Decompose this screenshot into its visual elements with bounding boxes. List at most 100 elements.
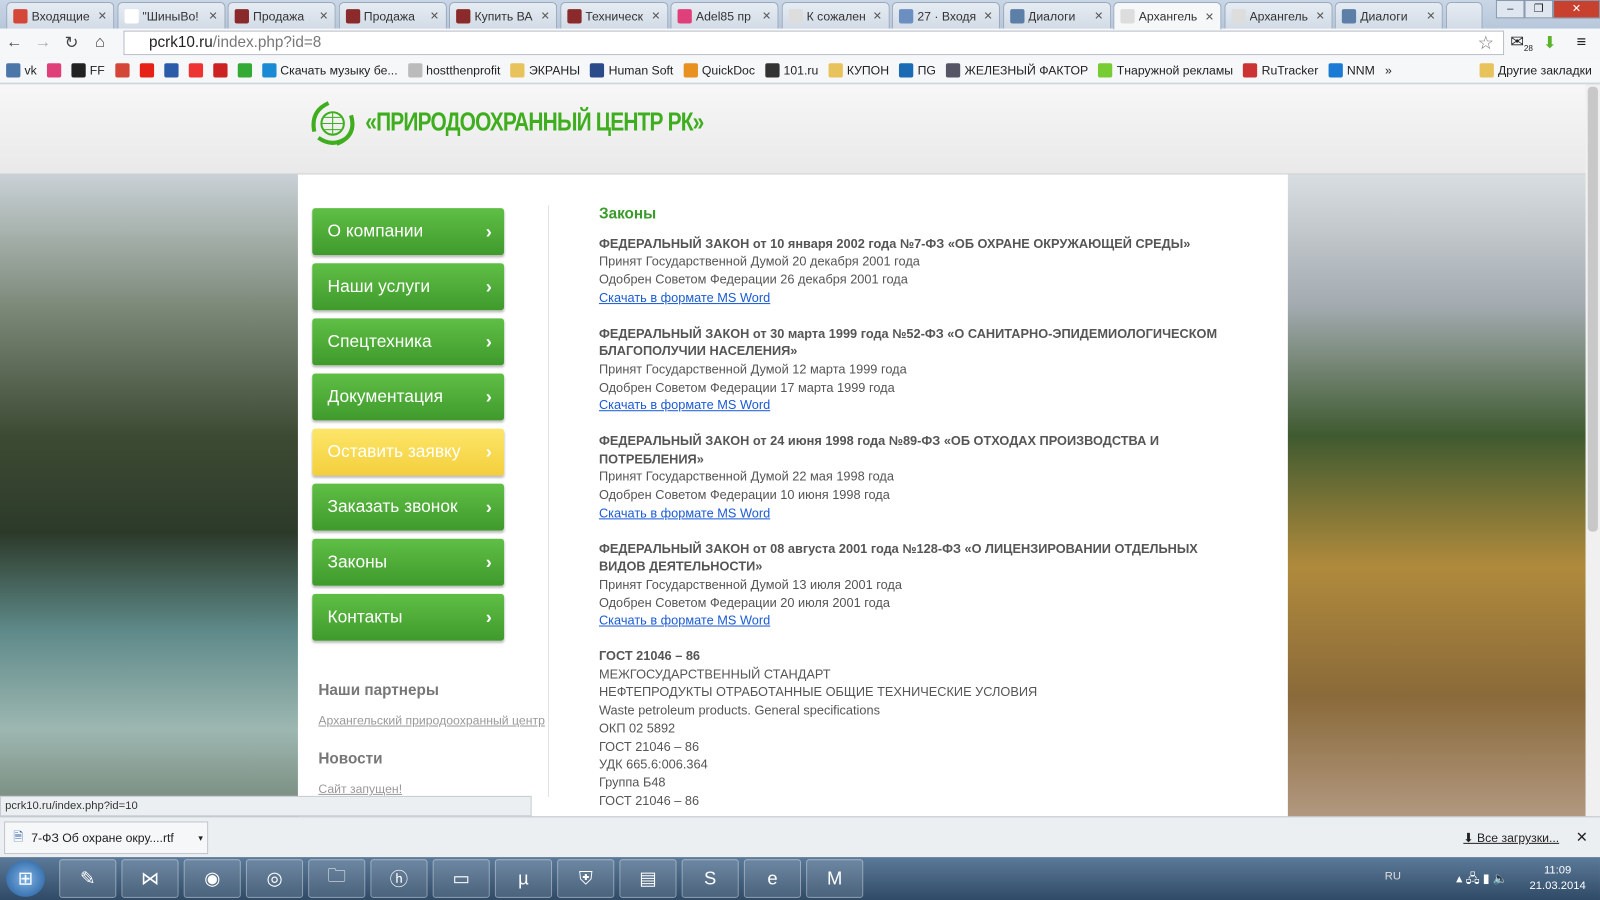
menu-item-7[interactable]: Контакты ›: [312, 593, 505, 641]
menu-item-3[interactable]: Документация ›: [312, 373, 505, 421]
skype-icon[interactable]: S: [681, 859, 739, 898]
winrar-icon[interactable]: ▤: [619, 859, 677, 898]
close-icon[interactable]: ✕: [983, 9, 992, 22]
partner-link[interactable]: Архангельский природоохранный центр: [318, 713, 545, 727]
bookmark-6[interactable]: [188, 62, 203, 78]
close-icon[interactable]: ✕: [541, 9, 550, 22]
close-icon[interactable]: ✕: [1094, 9, 1103, 22]
bookmark-19[interactable]: RuTracker: [1243, 62, 1318, 78]
bookmark-11[interactable]: ЭКРАНЫ: [510, 62, 580, 78]
close-icon[interactable]: ✕: [208, 9, 217, 22]
bookmark-20[interactable]: NNM: [1328, 62, 1375, 78]
close-icon[interactable]: ✕: [98, 9, 107, 22]
utorrent-icon[interactable]: µ: [494, 859, 553, 898]
address-bar[interactable]: pcrk10.ru/index.php?id=8: [123, 30, 1505, 56]
tab-0[interactable]: Входящие ✕: [6, 2, 115, 29]
tab-2[interactable]: Продажа ✕: [227, 2, 336, 29]
download-item[interactable]: 🗎 7-ФЗ Об охране окру....rtf ▾: [4, 821, 209, 855]
clock[interactable]: 11:09 21.03.2014: [1530, 863, 1586, 894]
bookmark-15[interactable]: КУПОН: [828, 62, 889, 78]
chevron-down-icon[interactable]: ▾: [198, 832, 207, 843]
forward-icon[interactable]: →: [29, 34, 58, 52]
bookmark-13[interactable]: QuickDoc: [683, 62, 755, 78]
scrollbar-thumb[interactable]: [1587, 86, 1598, 532]
mail-extension-icon[interactable]: ✉28: [1510, 32, 1533, 54]
more-bookmarks-button[interactable]: »: [1385, 63, 1392, 77]
tab-10[interactable]: Архангель ✕: [1113, 2, 1222, 30]
security-shield-icon[interactable]: ⛨: [557, 859, 615, 898]
menu-item-5[interactable]: Заказать звонок ›: [312, 483, 505, 531]
download-word-link[interactable]: Скачать в формате MS Word: [599, 291, 770, 305]
download-word-link[interactable]: Скачать в формате MS Word: [599, 398, 770, 412]
ie-icon[interactable]: e: [743, 859, 802, 898]
reload-icon[interactable]: ↻: [57, 33, 86, 53]
close-icon[interactable]: ✕: [430, 9, 439, 22]
close-icon[interactable]: ✕: [319, 9, 328, 22]
visual-studio-icon[interactable]: ⋈: [121, 859, 179, 898]
scrollbar[interactable]: [1585, 84, 1600, 817]
mcafee-icon[interactable]: M: [806, 859, 864, 898]
tab-6[interactable]: Adel85 пр ✕: [670, 2, 779, 29]
explorer-icon[interactable]: 🗀: [308, 859, 366, 898]
language-indicator[interactable]: RU: [1385, 870, 1401, 882]
firefox-icon[interactable]: ◉: [183, 859, 241, 898]
minimize-button[interactable]: –: [1495, 0, 1525, 19]
start-button[interactable]: ⊞: [6, 860, 45, 897]
download-word-link[interactable]: Скачать в формате MS Word: [599, 506, 770, 520]
tab-1[interactable]: "ШиныВо! ✕: [116, 2, 225, 29]
bookmark-18[interactable]: Тнаружной рекламы: [1098, 62, 1233, 78]
bookmark-16[interactable]: ПG: [899, 62, 936, 78]
download-word-link[interactable]: Скачать в формате MS Word: [599, 614, 770, 628]
image-viewer-icon[interactable]: ▭: [432, 859, 490, 898]
tab-4[interactable]: Купить ВА ✕: [448, 2, 558, 29]
other-bookmarks[interactable]: Другие закладки: [1479, 62, 1600, 78]
bookmark-5[interactable]: [163, 62, 179, 78]
bookmark-0[interactable]: vk: [6, 62, 37, 78]
bookmark-9[interactable]: Скачать музыку бе...: [261, 62, 398, 78]
download-extension-icon[interactable]: ⬇: [1543, 33, 1557, 53]
bookmark-7[interactable]: [212, 62, 228, 78]
tray-icons[interactable]: ▴ 🖧 ▮ 🔈: [1456, 869, 1508, 890]
menu-icon[interactable]: ≡: [1577, 34, 1587, 52]
new-tab-button[interactable]: [1445, 2, 1483, 29]
paint-icon[interactable]: ✎: [59, 859, 117, 898]
bookmark-3[interactable]: [114, 62, 130, 78]
close-icon[interactable]: ✕: [762, 9, 771, 22]
close-icon[interactable]: ✕: [1576, 829, 1588, 846]
close-window-button[interactable]: ✕: [1553, 0, 1600, 19]
maximize-button[interactable]: ❐: [1524, 0, 1554, 19]
bookmark-4[interactable]: [139, 62, 154, 78]
bookmark-8[interactable]: [237, 62, 252, 78]
bookmark-1[interactable]: [46, 62, 62, 78]
tab-3[interactable]: Продажа ✕: [338, 2, 447, 29]
news-link[interactable]: Сайт запущен!: [318, 782, 402, 796]
bookmark-12[interactable]: Human Soft: [590, 62, 673, 78]
all-downloads-link[interactable]: ⬇ Все загрузки...: [1463, 831, 1559, 845]
menu-item-0[interactable]: О компании ›: [312, 208, 505, 256]
tab-5[interactable]: Техническ ✕: [559, 2, 668, 29]
menu-item-2[interactable]: Спецтехника ›: [312, 318, 505, 366]
close-icon[interactable]: ✕: [1316, 9, 1325, 22]
bookmark-14[interactable]: 101.ru: [765, 62, 818, 78]
tab-7[interactable]: К сожален ✕: [781, 2, 890, 29]
close-icon[interactable]: ✕: [873, 9, 882, 22]
menu-item-4[interactable]: Оставить заявку ›: [312, 428, 505, 476]
bookmark-17[interactable]: ЖЕЛЕЗНЫЙ ФАКТОР: [946, 62, 1088, 78]
close-icon[interactable]: ✕: [651, 9, 660, 22]
tab-8[interactable]: 27 · Входя ✕: [891, 2, 1000, 29]
tab-9[interactable]: Диалоги ✕: [1002, 2, 1111, 29]
back-icon[interactable]: ←: [0, 34, 29, 52]
site-logo[interactable]: «ПРИРОДООХРАННЫЙ ЦЕНТР РК»: [306, 97, 778, 148]
star-icon[interactable]: ☆: [1478, 32, 1494, 53]
chrome-icon[interactable]: ◎: [245, 859, 304, 898]
tab-12[interactable]: Диалоги ✕: [1334, 2, 1443, 29]
bookmark-2[interactable]: FF: [71, 62, 105, 78]
menu-item-1[interactable]: Наши услуги ›: [312, 263, 505, 311]
tab-11[interactable]: Архангель ✕: [1223, 2, 1333, 29]
bookmark-10[interactable]: hostthenprofit: [407, 62, 500, 78]
close-icon[interactable]: ✕: [1205, 10, 1214, 23]
close-icon[interactable]: ✕: [1426, 9, 1435, 22]
hp-icon[interactable]: ⓗ: [370, 859, 428, 898]
menu-item-6[interactable]: Законы ›: [312, 538, 505, 586]
home-icon[interactable]: ⌂: [86, 34, 115, 52]
